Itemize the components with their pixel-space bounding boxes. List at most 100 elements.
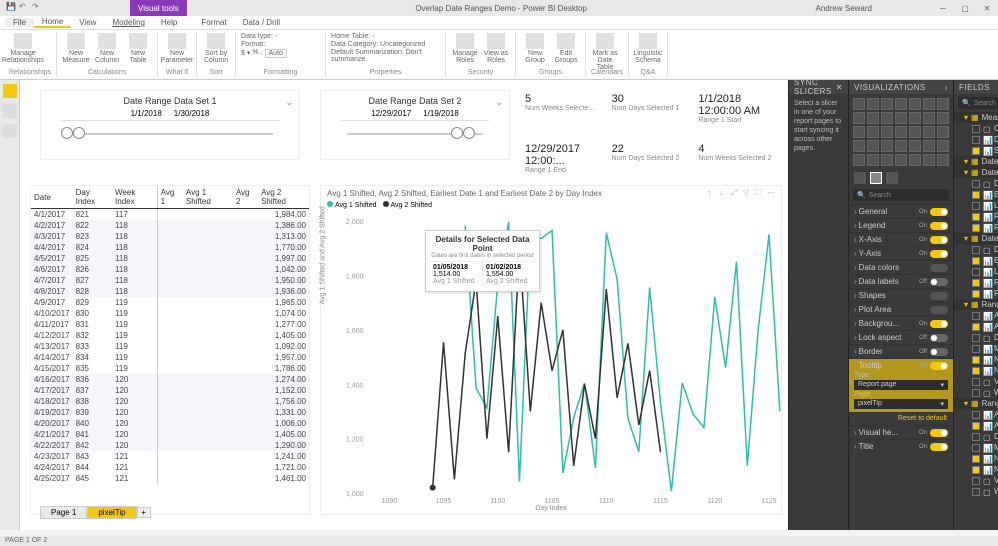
field-column[interactable]: 📊Num Weeks S... bbox=[954, 464, 998, 475]
tab-pixeltip[interactable]: pixelTip bbox=[87, 506, 136, 519]
fields-tab-icon[interactable] bbox=[854, 172, 866, 184]
table-row[interactable]: 4/11/20178311191,277.00 bbox=[31, 319, 309, 330]
menu-view[interactable]: View bbox=[71, 18, 104, 27]
field-column[interactable]: 📊ShiftDeltaStart... bbox=[954, 145, 998, 156]
close-icon[interactable]: ✕ bbox=[836, 83, 843, 92]
undo-icon[interactable]: ↶ bbox=[19, 2, 29, 12]
date-slider[interactable] bbox=[341, 127, 489, 141]
menu-datadrill[interactable]: Data / Drill bbox=[235, 18, 288, 27]
table-row[interactable]: 4/10/20178301191,074.00 bbox=[31, 308, 309, 319]
viz-type-icon[interactable] bbox=[853, 140, 865, 152]
field-column[interactable]: 📊Range 2 End bbox=[954, 277, 998, 288]
viz-type-icon[interactable] bbox=[909, 140, 921, 152]
chevron-down-icon[interactable]: ⌄ bbox=[495, 97, 503, 108]
more-icon[interactable]: ⋯ bbox=[767, 188, 777, 198]
drill-up-icon[interactable]: ↑ bbox=[707, 188, 717, 198]
maximize-button[interactable]: ▢ bbox=[954, 4, 976, 13]
format-title[interactable]: ›TitleOn bbox=[849, 439, 953, 453]
field-column[interactable]: 📊Range 2 Start bbox=[954, 288, 998, 299]
table-row[interactable]: 4/25/20178451211,461.00 bbox=[31, 473, 309, 484]
manage-relationships-button[interactable]: Manage Relationships bbox=[9, 33, 37, 64]
card[interactable]: 1/1/2018 12:00:00 AMRange 1 Start bbox=[693, 90, 780, 140]
table-row[interactable]: 4/23/20178431211,241.00 bbox=[31, 451, 309, 462]
report-view-icon[interactable] bbox=[3, 84, 17, 98]
viz-type-icon[interactable] bbox=[895, 154, 907, 166]
format-xaxis[interactable]: ›X-AxisOn bbox=[849, 232, 953, 246]
format-legend[interactable]: ›LegendOn bbox=[849, 218, 953, 232]
format-general[interactable]: ›GeneralOn bbox=[849, 204, 953, 218]
format-datalabels[interactable]: ›Data labelsOff bbox=[849, 274, 953, 288]
field-column[interactable]: 📊Num Weeks S... bbox=[954, 365, 998, 376]
field-column[interactable]: 📊Latest 2 bbox=[954, 266, 998, 277]
format-lockaspect[interactable]: ›Lock aspectOff bbox=[849, 330, 953, 344]
viz-type-icon[interactable] bbox=[937, 140, 949, 152]
viz-type-icon[interactable] bbox=[923, 98, 935, 110]
viz-type-icon[interactable] bbox=[881, 112, 893, 124]
manage-roles-button[interactable]: Manage Roles bbox=[451, 33, 479, 64]
tooltip-page-dropdown[interactable]: pixelTip▾ bbox=[854, 399, 948, 409]
table-row[interactable]: 4/5/20178251181,997.00 bbox=[31, 253, 309, 264]
viz-type-icon[interactable] bbox=[909, 98, 921, 110]
new-table-button[interactable]: New Table bbox=[124, 33, 152, 64]
menu-format[interactable]: Format bbox=[193, 18, 234, 27]
viz-type-icon[interactable] bbox=[909, 126, 921, 138]
viz-type-icon[interactable] bbox=[937, 98, 949, 110]
table-row[interactable]: 4/14/20178341191,957.00 bbox=[31, 352, 309, 363]
viz-type-icon[interactable] bbox=[923, 154, 935, 166]
card[interactable]: 12/29/2017 12:00:...Range 1 End bbox=[520, 140, 607, 190]
new-group-button[interactable]: New Group bbox=[521, 33, 549, 64]
data-table[interactable]: DateDay IndexWeek IndexAvg 1Avg 1 Shifte… bbox=[30, 185, 310, 515]
menu-modeling[interactable]: Modeling bbox=[104, 18, 152, 27]
minimize-button[interactable]: ─ bbox=[932, 4, 954, 13]
field-column[interactable]: ▢Week Num bbox=[954, 387, 998, 398]
viz-type-icon[interactable] bbox=[881, 154, 893, 166]
slicer-start[interactable]: 12/29/2017 bbox=[371, 109, 411, 118]
viz-type-icon[interactable] bbox=[867, 112, 879, 124]
default-summarization-label[interactable]: Default Summarization: Don't summarize bbox=[331, 49, 440, 63]
format-datacolors[interactable]: ›Data colors bbox=[849, 260, 953, 274]
search-input[interactable]: 🔍Search bbox=[958, 97, 998, 109]
focus-icon[interactable]: ⛶ bbox=[755, 188, 765, 198]
add-page-button[interactable]: + bbox=[137, 507, 151, 518]
drill-down-icon[interactable]: ↓ bbox=[719, 188, 729, 198]
field-table[interactable]: ▾▦ Range 2 bbox=[954, 398, 998, 409]
field-table[interactable]: ▾▦ Dates bbox=[954, 156, 998, 167]
field-column[interactable]: ▢Date bbox=[954, 332, 998, 343]
line-chart[interactable]: ↑ ↓ ⤢ ▽ ⛶ ⋯ Avg 1 Shifted, Avg 2 Shifted… bbox=[320, 185, 782, 515]
table-row[interactable]: 4/19/20178391201,331.00 bbox=[31, 407, 309, 418]
viz-type-icon[interactable] bbox=[881, 126, 893, 138]
table-row[interactable]: 4/8/20178281181,936.00 bbox=[31, 286, 309, 297]
viz-type-icon[interactable] bbox=[853, 126, 865, 138]
tab-page1[interactable]: Page 1 bbox=[40, 506, 87, 519]
slicer-date-range-2[interactable]: ⌄ Date Range Data Set 2 12/29/20171/19/2… bbox=[320, 90, 510, 160]
home-table-label[interactable]: Home Table: - bbox=[331, 33, 374, 40]
viz-type-icon[interactable] bbox=[937, 126, 949, 138]
new-parameter-button[interactable]: New Parameter bbox=[163, 33, 191, 64]
viz-type-icon[interactable] bbox=[923, 140, 935, 152]
table-row[interactable]: 4/3/20178231181,313.00 bbox=[31, 231, 309, 242]
field-column[interactable]: 📊Avg 2 bbox=[954, 409, 998, 420]
viz-type-icon[interactable] bbox=[867, 154, 879, 166]
viz-type-icon[interactable] bbox=[923, 126, 935, 138]
viz-type-icon[interactable] bbox=[909, 112, 921, 124]
viz-type-icon[interactable] bbox=[923, 112, 935, 124]
viz-type-icon[interactable] bbox=[853, 154, 865, 166]
viz-type-icon[interactable] bbox=[937, 154, 949, 166]
field-column[interactable]: 📊Earliest 2 bbox=[954, 255, 998, 266]
chevron-down-icon[interactable]: ⌄ bbox=[285, 97, 293, 108]
table-row[interactable]: 4/20/20178401201,006.00 bbox=[31, 418, 309, 429]
field-column[interactable]: 📊Num Days Sel... bbox=[954, 453, 998, 464]
table-row[interactable]: 4/9/20178291191,965.00 bbox=[31, 297, 309, 308]
table-row[interactable]: 4/17/20178371201,152.00 bbox=[31, 385, 309, 396]
field-table[interactable]: ▾▦ Dates Rang 1 bbox=[954, 167, 998, 178]
format-label[interactable]: Format: bbox=[241, 41, 265, 48]
card[interactable]: 22Num Days Selected 2 bbox=[607, 140, 694, 190]
field-column[interactable]: 📊MinDate 1 bbox=[954, 343, 998, 354]
table-row[interactable]: 4/13/20178331191,092.00 bbox=[31, 341, 309, 352]
expand-icon[interactable]: ⤢ bbox=[731, 188, 741, 198]
format-border[interactable]: ›BorderOff bbox=[849, 344, 953, 358]
filter-icon[interactable]: ▽ bbox=[743, 188, 753, 198]
table-row[interactable]: 4/22/20178421201,290.00 bbox=[31, 440, 309, 451]
field-column[interactable]: 📊Avg 1 bbox=[954, 310, 998, 321]
table-row[interactable]: 4/1/20178211171,984.00 bbox=[31, 209, 309, 221]
